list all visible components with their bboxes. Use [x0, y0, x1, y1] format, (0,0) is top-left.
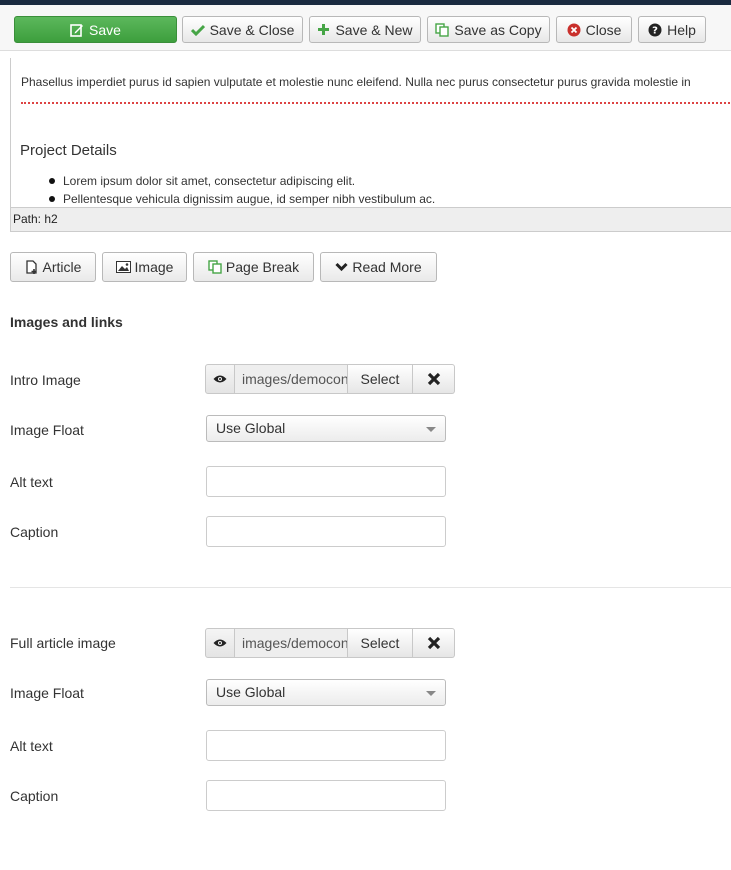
intro-caption-input[interactable] — [206, 516, 446, 547]
save-close-button[interactable]: Save & Close — [182, 16, 303, 43]
full-image-select-button[interactable]: Select — [348, 628, 413, 658]
full-image-path-input[interactable]: images/democontent — [235, 628, 348, 658]
intro-float-select[interactable]: Use Global — [206, 415, 446, 442]
intro-alt-label: Alt text — [10, 474, 53, 490]
editor-content[interactable]: Phasellus imperdiet purus id sapien vulp… — [10, 58, 731, 232]
chevron-down-icon — [335, 262, 348, 272]
file-add-icon — [25, 260, 39, 274]
save-new-button[interactable]: Save & New — [309, 16, 421, 43]
list-item: Lorem ipsum dolor sit amet, consectetur … — [45, 172, 435, 190]
image-button[interactable]: Image — [102, 252, 187, 282]
full-caption-input[interactable] — [206, 780, 446, 811]
intro-caption-label: Caption — [10, 524, 59, 540]
full-float-label: Image Float — [10, 685, 84, 701]
eye-icon — [213, 638, 227, 648]
full-alt-label: Alt text — [10, 738, 53, 754]
chevron-down-icon — [426, 691, 436, 696]
svg-text:?: ? — [652, 25, 658, 36]
intro-alt-input[interactable] — [206, 466, 446, 497]
copy-icon — [208, 260, 222, 274]
editor-heading: Project Details — [20, 142, 117, 159]
divider — [10, 587, 731, 588]
editor-list: Lorem ipsum dolor sit amet, consectetur … — [45, 172, 435, 208]
article-label: Article — [42, 259, 82, 275]
preview-button[interactable] — [205, 364, 235, 394]
edit-icon — [70, 23, 84, 37]
intro-image-label: Intro Image — [10, 372, 81, 388]
read-more-label: Read More — [352, 259, 422, 275]
save-copy-button[interactable]: Save as Copy — [427, 16, 550, 43]
page-break-marker — [21, 102, 731, 104]
full-float-value: Use Global — [216, 684, 286, 700]
editor-path-bar: Path: h2 — [11, 207, 731, 231]
intro-image-field: images/democontent Select — [205, 364, 455, 394]
save-new-label: Save & New — [335, 21, 413, 38]
help-button[interactable]: ? Help — [638, 16, 706, 43]
section-title-images-links: Images and links — [10, 314, 123, 330]
copy-icon — [435, 22, 450, 37]
page-break-button[interactable]: Page Break — [193, 252, 314, 282]
intro-float-label: Image Float — [10, 422, 84, 438]
plus-icon — [317, 23, 330, 36]
save-button[interactable]: Save — [14, 16, 177, 43]
close-button[interactable]: Close — [556, 16, 632, 43]
toolbar: Save Save & Close Save & New Save as Cop… — [0, 5, 731, 51]
full-image-field: images/democontent Select — [205, 628, 455, 658]
close-icon — [427, 636, 441, 650]
close-label: Close — [585, 21, 622, 38]
save-copy-label: Save as Copy — [454, 21, 542, 38]
check-icon — [190, 24, 205, 36]
article-button[interactable]: Article — [10, 252, 96, 282]
list-item: Pellentesque vehicula dignissim augue, i… — [45, 190, 435, 208]
read-more-button[interactable]: Read More — [320, 252, 437, 282]
preview-button[interactable] — [205, 628, 235, 658]
intro-image-clear-button[interactable] — [413, 364, 455, 394]
full-image-clear-button[interactable] — [413, 628, 455, 658]
close-icon — [427, 372, 441, 386]
chevron-down-icon — [426, 427, 436, 432]
intro-image-select-button[interactable]: Select — [348, 364, 413, 394]
help-label: Help — [667, 21, 696, 38]
full-image-label: Full article image — [10, 635, 116, 651]
intro-float-value: Use Global — [216, 420, 286, 436]
page-break-label: Page Break — [225, 259, 300, 275]
eye-icon — [213, 374, 227, 384]
save-label: Save — [89, 21, 121, 38]
intro-image-path-input[interactable]: images/democontent — [235, 364, 348, 394]
image-label: Image — [134, 259, 174, 275]
full-float-select[interactable]: Use Global — [206, 679, 446, 706]
full-caption-label: Caption — [10, 788, 59, 804]
picture-icon — [115, 261, 131, 273]
close-circle-icon — [567, 23, 581, 37]
editor-paragraph: Phasellus imperdiet purus id sapien vulp… — [21, 75, 691, 89]
save-close-label: Save & Close — [209, 21, 295, 38]
full-alt-input[interactable] — [206, 730, 446, 761]
question-circle-icon: ? — [648, 23, 662, 37]
